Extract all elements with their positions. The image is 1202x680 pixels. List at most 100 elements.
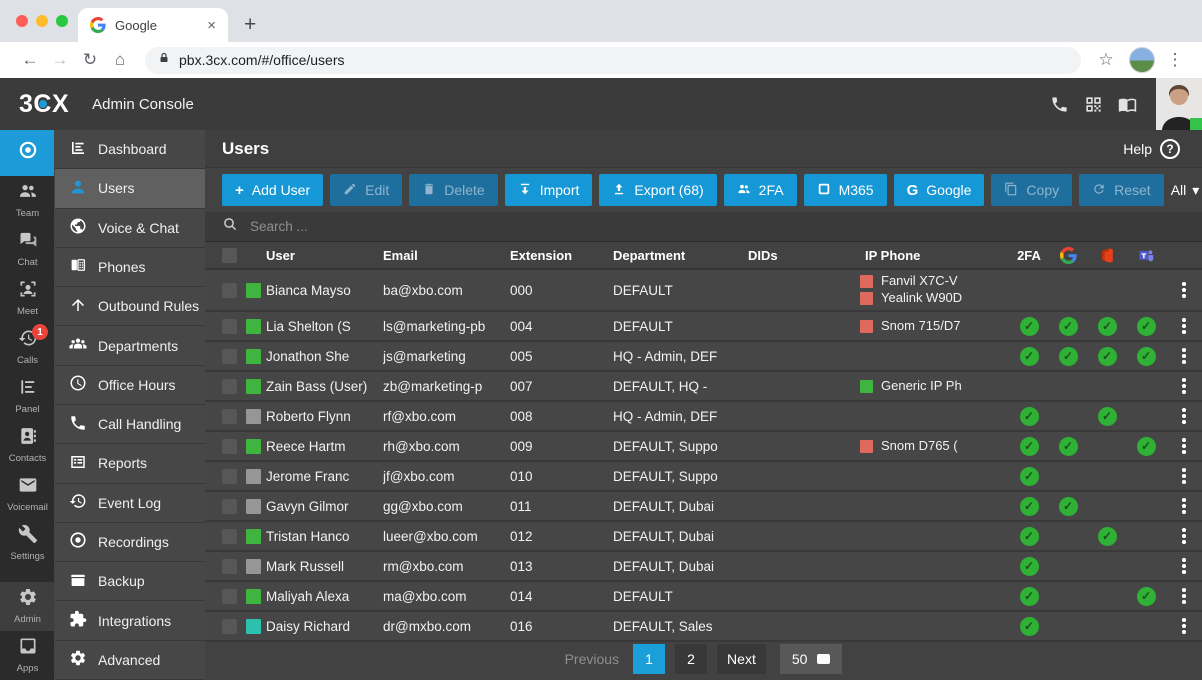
- sidebar-item-departments[interactable]: Departments: [55, 326, 205, 366]
- column-header-extension[interactable]: Extension: [510, 248, 613, 263]
- export-68-button[interactable]: Export (68): [599, 174, 717, 206]
- rail-item-apps[interactable]: Apps: [0, 631, 55, 680]
- row-checkbox[interactable]: [222, 378, 237, 394]
- browser-profile-avatar[interactable]: [1129, 47, 1155, 73]
- row-checkbox[interactable]: [222, 468, 237, 484]
- row-menu-button[interactable]: [1166, 318, 1202, 334]
- row-checkbox[interactable]: [222, 558, 237, 574]
- column-header-ip-phone[interactable]: IP Phone: [860, 248, 1010, 263]
- reset-button[interactable]: Reset: [1079, 174, 1164, 206]
- row-menu-button[interactable]: [1166, 588, 1202, 604]
- import-button[interactable]: Import: [504, 174, 593, 206]
- edit-button[interactable]: Edit: [330, 174, 403, 206]
- table-row[interactable]: Tristan Hanco lueer@xbo.com 012 DEFAULT, Du…: [205, 522, 1202, 552]
- row-menu-button[interactable]: [1166, 348, 1202, 364]
- browser-menu-icon[interactable]: ⋮: [1163, 50, 1187, 70]
- rail-item-admin[interactable]: Admin: [0, 582, 55, 631]
- sidebar-item-call-handling[interactable]: Call Handling: [55, 404, 205, 445]
- sidebar-item-users[interactable]: Users: [55, 169, 205, 209]
- rail-item-logo[interactable]: [0, 130, 55, 176]
- row-checkbox[interactable]: [222, 282, 237, 298]
- sidebar-item-phones[interactable]: Phones: [55, 247, 205, 288]
- row-menu-button[interactable]: [1166, 282, 1202, 298]
- rail-item-chat[interactable]: Chat: [0, 225, 55, 274]
- row-checkbox[interactable]: [222, 618, 237, 634]
- select-all-checkbox[interactable]: [222, 247, 237, 263]
- sidebar-item-dashboard[interactable]: Dashboard: [55, 130, 205, 170]
- table-row[interactable]: Mark Russell rm@xbo.com 013 DEFAULT, Dubai ✓: [205, 552, 1202, 582]
- row-checkbox[interactable]: [222, 348, 237, 364]
- next-page-button[interactable]: Next: [717, 644, 766, 674]
- sidebar-item-office-hours[interactable]: Office Hours: [55, 365, 205, 405]
- column-header-user[interactable]: User: [266, 248, 383, 263]
- back-icon[interactable]: ←: [15, 50, 45, 70]
- column-header-email[interactable]: Email: [383, 248, 510, 263]
- row-menu-button[interactable]: [1166, 468, 1202, 484]
- m365-button[interactable]: M365: [803, 174, 887, 206]
- minimize-window-button[interactable]: [36, 15, 48, 27]
- table-row[interactable]: Zain Bass (User) zb@marketing-p 007 DEFAULT…: [205, 372, 1202, 402]
- rail-item-team[interactable]: Team: [0, 176, 55, 225]
- bookmark-star-icon[interactable]: ☆: [1091, 50, 1121, 70]
- rail-item-contacts[interactable]: Contacts: [0, 421, 55, 470]
- row-menu-button[interactable]: [1166, 378, 1202, 394]
- page-button-1[interactable]: 1: [633, 644, 666, 674]
- rail-item-panel[interactable]: Panel: [0, 372, 55, 421]
- row-menu-button[interactable]: [1166, 528, 1202, 544]
- row-checkbox[interactable]: [222, 408, 237, 424]
- row-menu-button[interactable]: [1166, 438, 1202, 454]
- reload-icon[interactable]: ↻: [75, 50, 105, 70]
- previous-page-button[interactable]: Previous: [565, 651, 619, 667]
- column-header-department[interactable]: Department: [613, 248, 748, 263]
- row-menu-button[interactable]: [1166, 558, 1202, 574]
- qr-code-icon[interactable]: [1076, 95, 1110, 114]
- sidebar-item-reports[interactable]: Reports: [55, 444, 205, 484]
- row-checkbox[interactable]: [222, 318, 237, 334]
- row-checkbox[interactable]: [222, 528, 237, 544]
- rail-item-settings[interactable]: Settings: [0, 519, 55, 568]
- row-menu-button[interactable]: [1166, 498, 1202, 514]
- table-row[interactable]: Daisy Richard dr@mxbo.com 016 DEFAULT, Sale…: [205, 612, 1202, 642]
- table-row[interactable]: Jerome Franc jf@xbo.com 010 DEFAULT, Suppo ✓: [205, 462, 1202, 492]
- sidebar-item-outbound-rules[interactable]: Outbound Rules: [55, 287, 205, 327]
- table-row[interactable]: Jonathon She js@marketing 005 HQ - Admin, D…: [205, 342, 1202, 372]
- row-checkbox[interactable]: [222, 588, 237, 604]
- tab-close-icon[interactable]: ×: [207, 17, 216, 34]
- phone-icon[interactable]: [1042, 95, 1076, 114]
- row-menu-button[interactable]: [1166, 408, 1202, 424]
- table-row[interactable]: Gavyn Gilmor gg@xbo.com 011 DEFAULT, Dubai ✓…: [205, 492, 1202, 522]
- rail-item-calls[interactable]: Calls 1: [0, 323, 55, 372]
- row-checkbox[interactable]: [222, 498, 237, 514]
- table-row[interactable]: Bianca Mayso ba@xbo.com 000 DEFAULT Fanvil X…: [205, 270, 1202, 312]
- table-row[interactable]: Maliyah Alexa ma@xbo.com 014 DEFAULT ✓ ✓: [205, 582, 1202, 612]
- table-row[interactable]: Roberto Flynn rf@xbo.com 008 HQ - Admin, DE…: [205, 402, 1202, 432]
- filter-dropdown[interactable]: All ▾: [1171, 182, 1200, 199]
- home-icon[interactable]: ⌂: [105, 50, 135, 70]
- maximize-window-button[interactable]: [56, 15, 68, 27]
- table-row[interactable]: Lia Shelton (S ls@marketing-pb 004 DEFAULT S…: [205, 312, 1202, 342]
- copy-button[interactable]: Copy: [991, 174, 1073, 206]
- google-button[interactable]: G Google: [893, 174, 985, 206]
- page-button-2[interactable]: 2: [675, 644, 708, 674]
- 2fa-button[interactable]: 2FA: [723, 174, 797, 206]
- close-window-button[interactable]: [16, 15, 28, 27]
- sidebar-item-event-log[interactable]: Event Log: [55, 483, 205, 523]
- sidebar-item-backup[interactable]: Backup: [55, 562, 205, 602]
- table-row[interactable]: Reece Hartm rh@xbo.com 009 DEFAULT, Suppo Sn…: [205, 432, 1202, 462]
- sidebar-item-integrations[interactable]: Integrations: [55, 601, 205, 641]
- help-link[interactable]: Help ?: [1123, 138, 1180, 159]
- rail-item-meet[interactable]: Meet: [0, 274, 55, 323]
- add-user-button[interactable]: + Add User: [222, 174, 324, 206]
- column-header-2fa[interactable]: 2FA: [1010, 248, 1048, 263]
- forward-icon[interactable]: →: [45, 50, 75, 70]
- row-menu-button[interactable]: [1166, 618, 1202, 634]
- sidebar-item-voice-chat[interactable]: Voice & Chat: [55, 208, 205, 248]
- book-icon[interactable]: [1110, 95, 1144, 114]
- delete-button[interactable]: Delete: [409, 174, 498, 206]
- sidebar-item-recordings[interactable]: Recordings: [55, 522, 205, 563]
- page-size-selector[interactable]: 50: [779, 644, 843, 674]
- new-tab-button[interactable]: +: [244, 14, 256, 35]
- column-header-dids[interactable]: DIDs: [748, 248, 860, 263]
- browser-tab[interactable]: Google ×: [78, 8, 228, 42]
- sidebar-item-advanced[interactable]: Advanced: [55, 640, 205, 680]
